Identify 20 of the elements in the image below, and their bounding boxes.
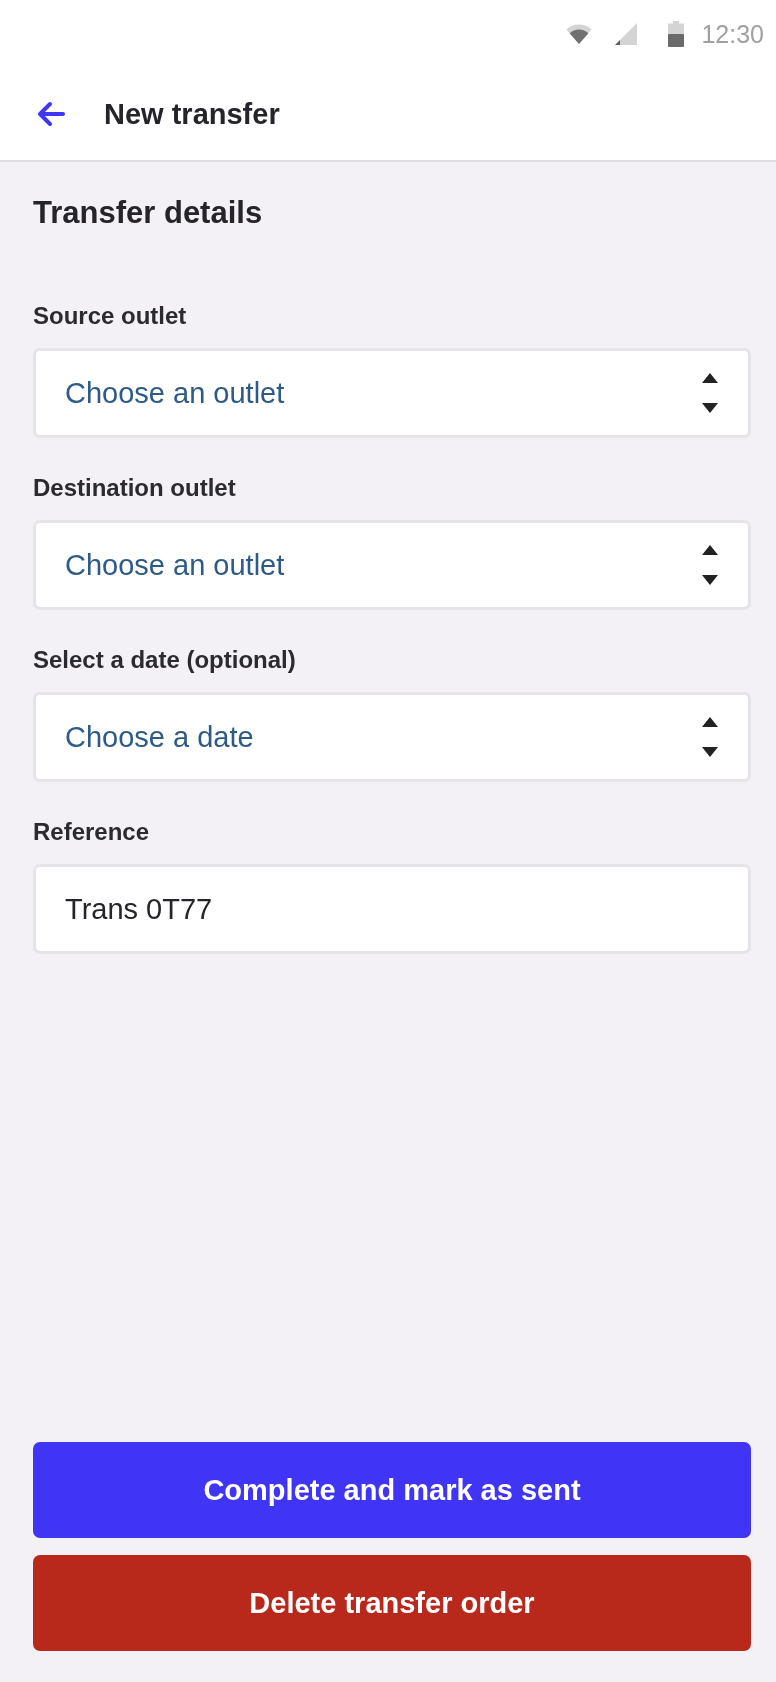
back-arrow-icon[interactable] [37, 101, 65, 127]
action-button[interactable]: Delete transfer order [33, 1555, 751, 1651]
wifi-icon [566, 23, 593, 45]
action-button[interactable]: Complete and mark as sent [33, 1442, 751, 1538]
select-field[interactable]: Choose a date [33, 692, 751, 782]
screen-title: New transfer [104, 97, 280, 131]
reference-input[interactable]: Trans 0T77 [33, 864, 751, 954]
field-label: Reference [33, 817, 150, 847]
up-down-arrows-icon [702, 373, 718, 413]
up-down-arrows-icon [702, 545, 718, 585]
battery-icon [668, 21, 685, 47]
field-label: Destination outlet [33, 473, 236, 503]
select-field[interactable]: Choose an outlet [33, 520, 751, 610]
field-label: Select a date (optional) [33, 645, 296, 675]
up-down-arrows-icon [702, 717, 718, 757]
select-field[interactable]: Choose an outlet [33, 348, 751, 438]
field-label: Source outlet [33, 301, 187, 331]
section-title: Transfer details [33, 194, 264, 232]
cell-signal-icon [615, 23, 638, 45]
status-time: 12:30 [701, 19, 764, 49]
